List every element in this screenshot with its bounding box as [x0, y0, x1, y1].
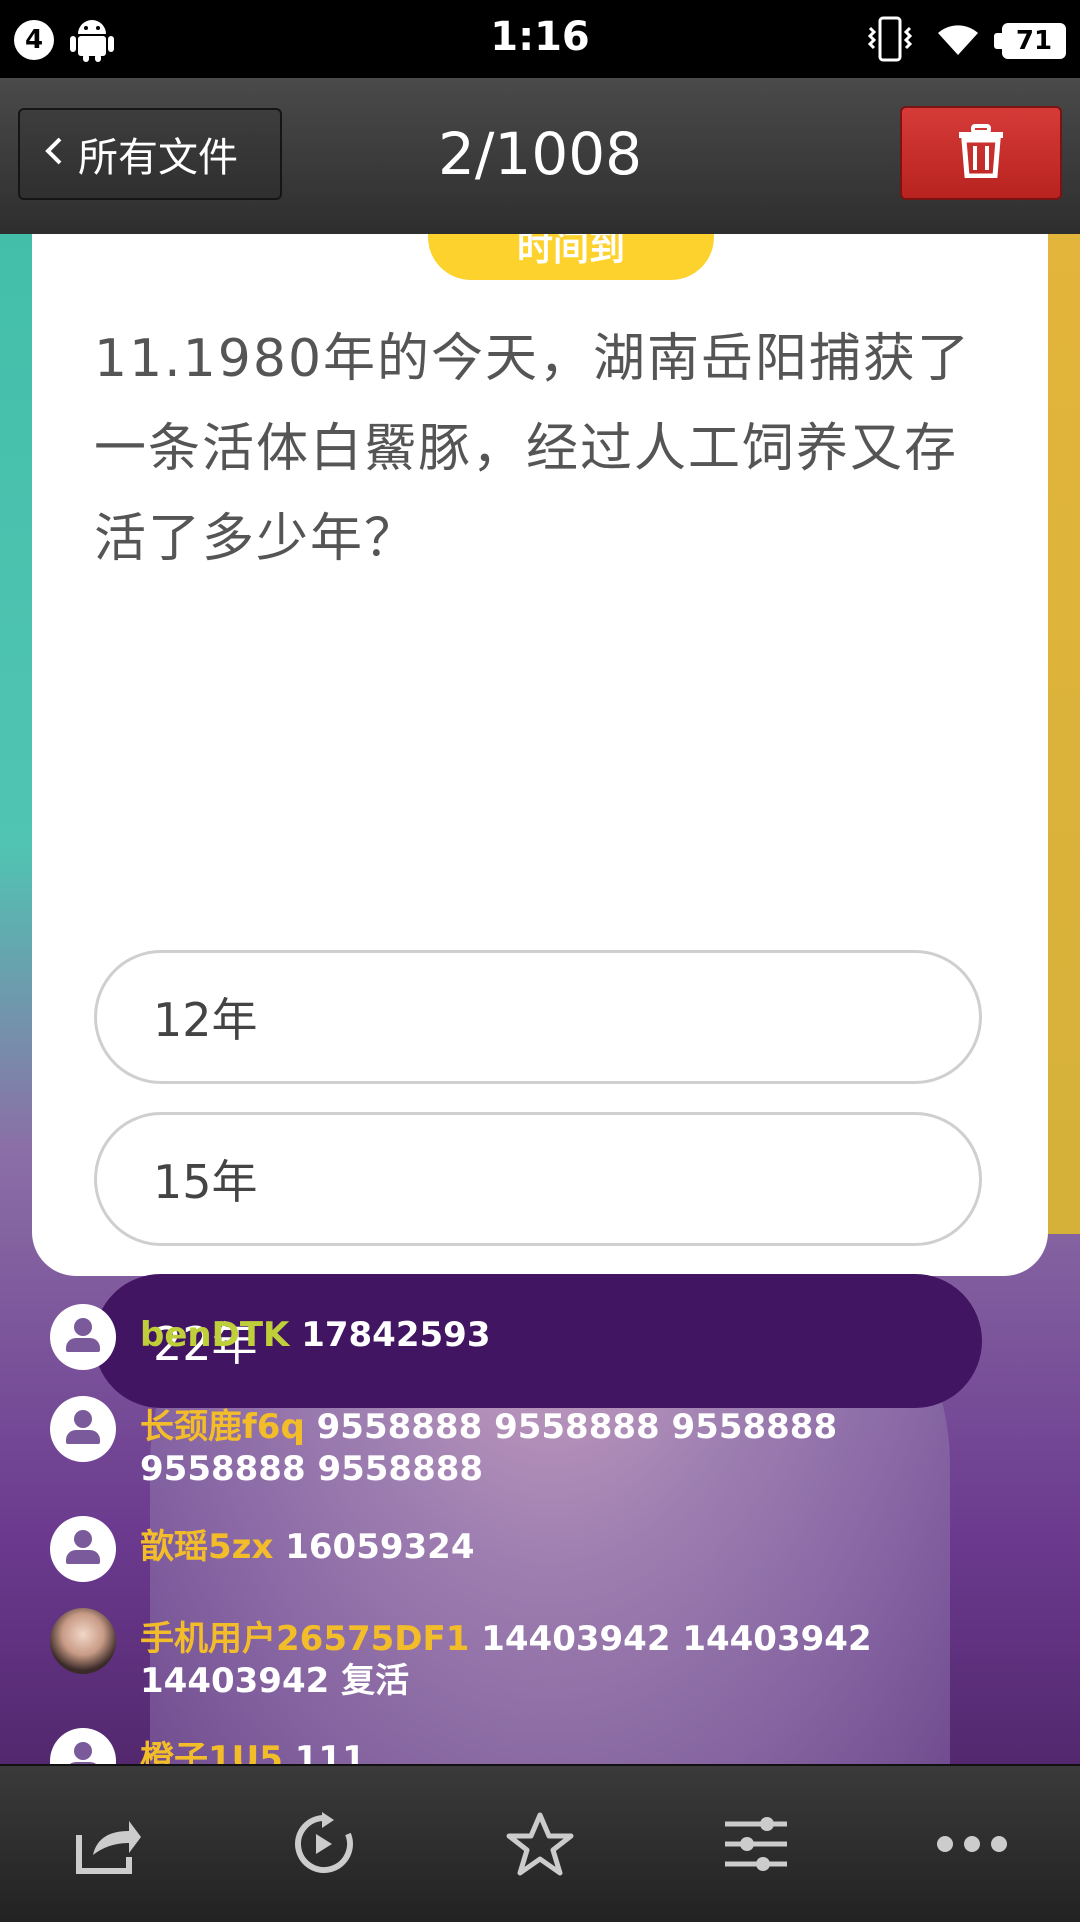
answer-option-1[interactable]: 12年 — [94, 950, 982, 1084]
answer-option-label: 15年 — [153, 1155, 258, 1209]
rotate-icon[interactable] — [269, 1789, 379, 1899]
comment-username: 橙子1U5 — [140, 1739, 283, 1764]
comment-text: 17842593 — [289, 1315, 491, 1355]
bottom-toolbar — [0, 1764, 1080, 1922]
comment-username: 长颈鹿f6q — [140, 1407, 305, 1447]
answer-option-2[interactable]: 15年 — [94, 1112, 982, 1246]
battery-icon: 71 — [994, 23, 1066, 59]
comment-item: benDTK 17842593 — [50, 1304, 1030, 1370]
comment-item: 手机用户26575DF1 14403942 14403942 14403942 … — [50, 1608, 1030, 1702]
more-icon[interactable] — [917, 1789, 1027, 1899]
comment-list: benDTK 17842593 长颈鹿f6q 9558888 9558888 9… — [50, 1304, 1030, 1764]
time-up-label: 时间到 — [516, 234, 625, 269]
delete-button[interactable] — [900, 106, 1062, 200]
answer-option-label: 12年 — [153, 993, 258, 1047]
avatar[interactable] — [50, 1728, 116, 1764]
top-toolbar: 所有文件 2/1008 — [0, 78, 1080, 236]
comment-text: 111 — [282, 1739, 366, 1764]
avatar[interactable] — [50, 1396, 116, 1462]
adjust-icon[interactable] — [701, 1789, 811, 1899]
avatar[interactable] — [50, 1304, 116, 1370]
avatar[interactable] — [50, 1608, 116, 1674]
image-viewer-content: 时间到 11.1980年的今天，湖南岳阳捕获了一条活体白鱀豚，经过人工饲养又存活… — [0, 234, 1080, 1764]
comment-item: 歆瑶5zx 16059324 — [50, 1516, 1030, 1582]
vibrate-icon — [866, 16, 914, 66]
trash-icon — [957, 124, 1005, 182]
time-up-tag: 时间到 — [428, 234, 714, 280]
comment-item: 长颈鹿f6q 9558888 9558888 9558888 9558888 9… — [50, 1396, 1030, 1490]
share-icon[interactable] — [53, 1789, 163, 1899]
status-bar: 4 1:16 71 — [0, 0, 1080, 78]
comment-username: 手机用户26575DF1 — [140, 1619, 470, 1659]
question-text: 11.1980年的今天，湖南岳阳捕获了一条活体白鱀豚，经过人工饲养又存活了多少年… — [94, 329, 972, 569]
avatar[interactable] — [50, 1516, 116, 1582]
comment-text: 16059324 — [273, 1527, 475, 1567]
question-card: 时间到 11.1980年的今天，湖南岳阳捕获了一条活体白鱀豚，经过人工饲养又存活… — [32, 234, 1048, 1408]
comment-username: 歆瑶5zx — [140, 1527, 274, 1567]
star-icon[interactable] — [485, 1789, 595, 1899]
comment-username: benDTK — [140, 1315, 290, 1355]
comment-item: 橙子1U5 111 — [50, 1728, 1030, 1764]
wifi-icon — [936, 21, 980, 61]
